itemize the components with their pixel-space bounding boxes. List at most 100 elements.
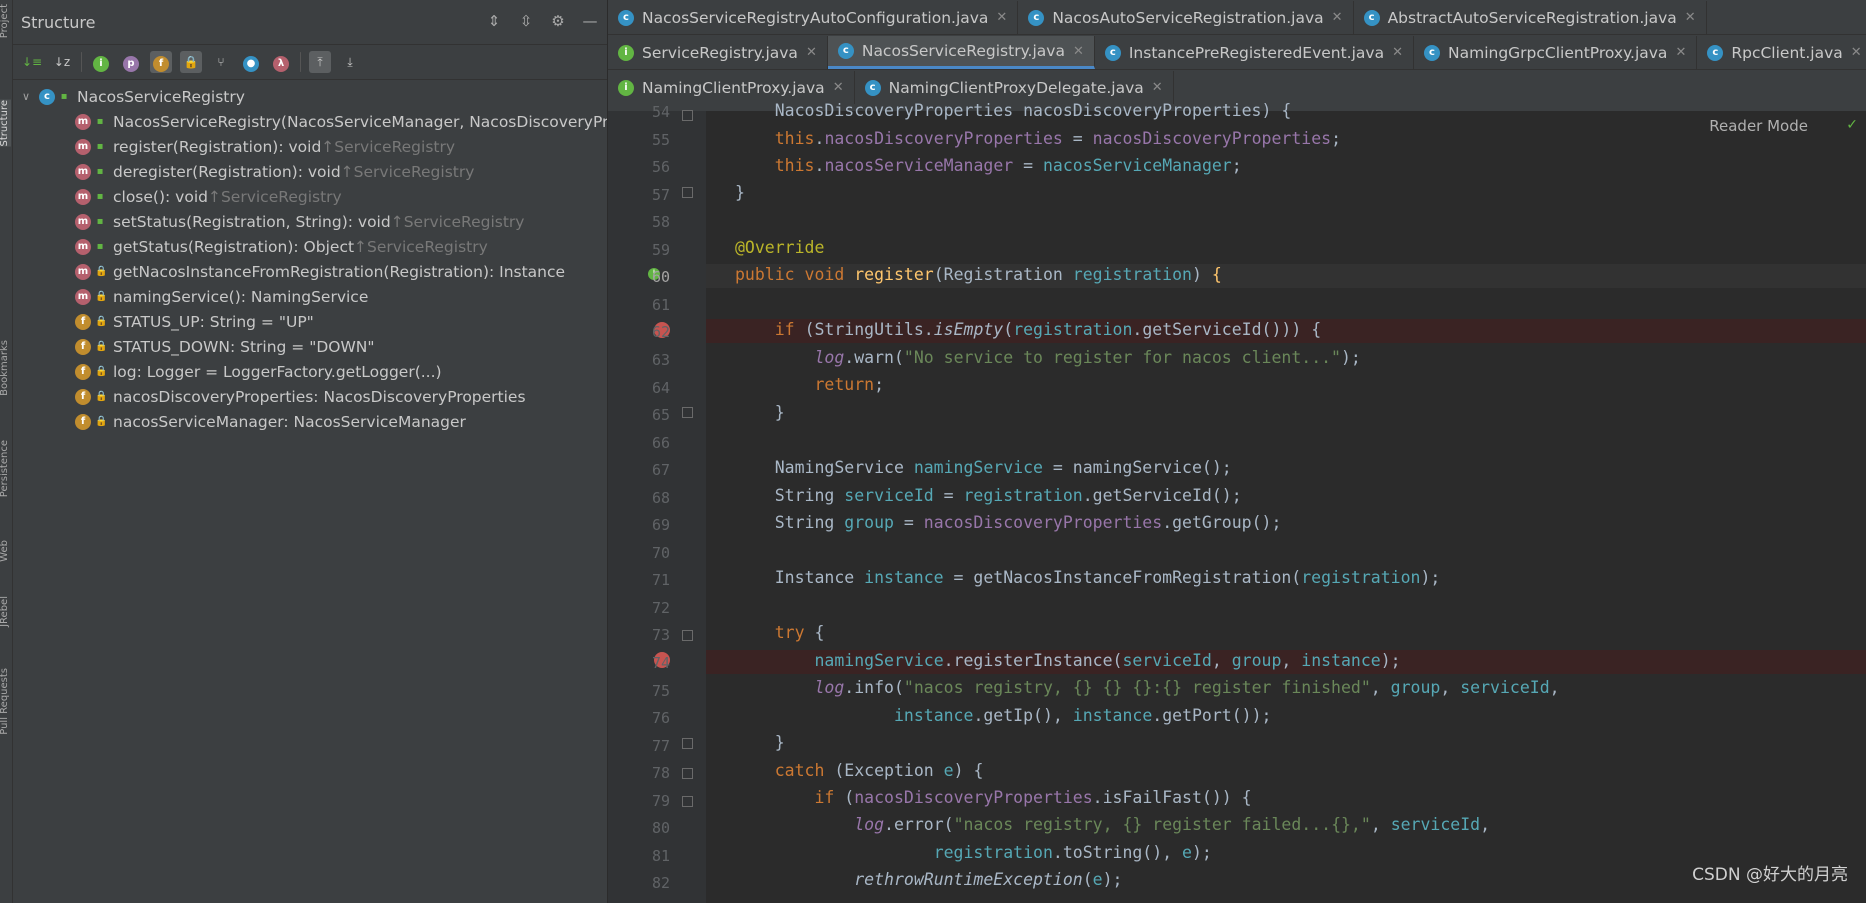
tool-tab-web[interactable]: Web <box>0 540 11 562</box>
code-area[interactable] <box>706 111 1866 903</box>
show-non-public-icon[interactable]: 🔒 <box>180 51 202 73</box>
tree-root[interactable]: ∨ c ▪ NacosServiceRegistry <box>13 84 607 109</box>
tree-item[interactable]: f 🔒 STATUS_DOWN: String = "DOWN" <box>13 334 607 359</box>
tab-nacos-service-registry-auto-configuration[interactable]: c NacosServiceRegistryAutoConfiguration.j… <box>608 1 1019 34</box>
line-number: 66 <box>651 433 670 452</box>
structure-header: Structure ⇕ ⇳ ⚙ — <box>13 0 607 45</box>
tree-item-label: close(): void <box>113 187 208 206</box>
tab-instance-pre-registered-event[interactable]: c InstancePreRegisteredEvent.java ✕ <box>1095 36 1414 69</box>
close-icon[interactable]: ✕ <box>996 10 1007 25</box>
tree-item[interactable]: f 🔒 nacosDiscoveryProperties: NacosDiscove… <box>13 384 607 409</box>
minimize-icon[interactable]: — <box>581 12 599 30</box>
tree-item-label: getStatus(Registration): Object <box>113 237 355 256</box>
tab-service-registry[interactable]: i ServiceRegistry.java ✕ <box>608 36 828 69</box>
tree-item[interactable]: m ▪ getStatus(Registration): Object ↑Servi… <box>13 234 607 259</box>
tool-tab-pull-requests[interactable]: Pull Requests <box>0 668 11 735</box>
line-number: 78 <box>651 764 670 783</box>
tree-item[interactable]: m ▪ deregister(Registration): void ↑Servic… <box>13 159 607 184</box>
tab-naming-grpc-client-proxy[interactable]: c NamingGrpcClientProxy.java ✕ <box>1414 36 1698 69</box>
code-line-65: } <box>735 403 785 422</box>
tree-item[interactable]: m ▪ close(): void ↑ServiceRegistry <box>13 184 607 209</box>
tree-item[interactable]: m ▪ setStatus(Registration, String): void … <box>13 209 607 234</box>
code-line-77: } <box>735 733 785 752</box>
fold-icon[interactable] <box>682 768 693 779</box>
code-line-81: registration.toString(), e); <box>933 843 1212 862</box>
expand-all-icon[interactable]: ⇕ <box>485 12 503 30</box>
close-icon[interactable]: ✕ <box>1332 10 1343 25</box>
fold-icon[interactable] <box>682 630 693 641</box>
line-number: 76 <box>651 709 670 728</box>
tab-abstract-auto-service-registration[interactable]: c AbstractAutoServiceRegistration.java ✕ <box>1354 1 1707 34</box>
tree-item[interactable]: f 🔒 STATUS_UP: String = "UP" <box>13 309 607 334</box>
close-icon[interactable]: ✕ <box>1392 45 1403 60</box>
tab-naming-client-proxy-delegate[interactable]: c NamingClientProxyDelegate.java ✕ <box>855 71 1174 104</box>
watermark: CSDN @好大的月亮 <box>1692 865 1848 885</box>
code-line-63: log.warn("No service to register for nac… <box>814 348 1361 367</box>
field-icon: f <box>75 338 91 355</box>
sort-alpha-icon[interactable]: ↓z <box>51 51 73 73</box>
show-inherited-icon[interactable]: i <box>90 51 112 73</box>
close-icon[interactable]: ✕ <box>1851 45 1862 60</box>
line-number: 79 <box>651 791 670 810</box>
code-line-76: instance.getIp(), instance.getPort()); <box>893 706 1272 725</box>
collapse-all-icon[interactable]: ⇳ <box>517 12 535 30</box>
line-number: 60 <box>651 268 670 287</box>
show-lambdas-icon[interactable]: ● <box>240 51 262 73</box>
line-number: 81 <box>651 846 670 865</box>
tree-item-label: NacosServiceRegistry(NacosServiceManager… <box>113 112 608 131</box>
class-icon: c <box>837 43 854 59</box>
tree-item[interactable]: f 🔒 nacosServiceManager: NacosServiceManag… <box>13 409 607 434</box>
close-icon[interactable]: ✕ <box>833 80 844 95</box>
autoscroll-to-source-icon[interactable]: ⤒ <box>309 51 331 73</box>
tree-item[interactable]: m 🔒 namingService(): NamingService <box>13 284 607 309</box>
tree-item[interactable]: m 🔒 getNacosInstanceFromRegistration(Regis… <box>13 259 607 284</box>
close-icon[interactable]: ✕ <box>1152 80 1163 95</box>
tree-item[interactable]: m ▪ NacosServiceRegistry(NacosServiceManag… <box>13 109 607 134</box>
line-number: 82 <box>651 874 670 893</box>
sort-visibility-icon[interactable]: ↓≡ <box>21 51 43 73</box>
reader-mode-button[interactable]: Reader Mode <box>1709 117 1808 135</box>
tab-label: ServiceRegistry.java <box>642 43 798 62</box>
line-number: 69 <box>651 516 670 535</box>
fold-icon[interactable] <box>682 796 693 807</box>
tree-item-label: nacosServiceManager: NacosServiceManager <box>113 412 466 431</box>
tab-label: InstancePreRegisteredEvent.java <box>1128 43 1385 62</box>
fold-icon[interactable] <box>682 187 693 198</box>
tool-tab-persistence[interactable]: Persistence <box>0 440 11 497</box>
public-icon: ▪ <box>96 115 104 127</box>
autoscroll-from-source-icon[interactable]: ⤓ <box>339 51 361 73</box>
show-closures-icon[interactable]: λ <box>270 51 292 73</box>
tree-item[interactable]: m ▪ register(Registration): void ↑ServiceR… <box>13 134 607 159</box>
show-fields-icon[interactable]: f <box>150 51 172 73</box>
class-icon: c <box>1028 9 1045 26</box>
chevron-down-icon[interactable]: ∨ <box>19 90 33 103</box>
show-properties-icon[interactable]: p <box>120 51 142 73</box>
line-number: 57 <box>651 185 670 204</box>
line-number: 80 <box>651 819 670 838</box>
tree-item[interactable]: f 🔒 log: Logger = LoggerFactory.getLogger(… <box>13 359 607 384</box>
close-icon[interactable]: ✕ <box>1073 44 1084 59</box>
fold-icon[interactable] <box>682 738 693 749</box>
close-icon[interactable]: ✕ <box>806 45 817 60</box>
line-number: 72 <box>651 598 670 617</box>
tool-tab-jrebel[interactable]: JRebel <box>0 596 11 627</box>
tool-tab-structure[interactable]: Structure <box>0 100 11 147</box>
fold-icon[interactable] <box>682 407 693 418</box>
fold-icon[interactable] <box>682 110 693 121</box>
tool-tab-bookmarks[interactable]: Bookmarks <box>0 340 11 396</box>
close-icon[interactable]: ✕ <box>1685 10 1696 25</box>
tab-nacos-auto-service-registration[interactable]: c NacosAutoServiceRegistration.java ✕ <box>1018 1 1354 34</box>
inspection-ok-icon: ✓ <box>1846 117 1858 133</box>
tab-row-3: i NamingClientProxy.java ✕ c NamingClientPr… <box>608 70 1866 104</box>
tab-nacos-service-registry[interactable]: c NacosServiceRegistry.java ✕ <box>827 36 1095 69</box>
gear-icon[interactable]: ⚙ <box>549 12 567 30</box>
class-icon: c <box>1104 44 1121 61</box>
structure-panel: Structure ⇕ ⇳ ⚙ — ↓≡ ↓z i p f 🔒 ⑂ ● λ ⤒ … <box>13 0 608 903</box>
close-icon[interactable]: ✕ <box>1675 45 1686 60</box>
public-icon: ▪ <box>96 215 104 227</box>
show-anonymous-icon[interactable]: ⑂ <box>210 51 232 73</box>
tab-naming-client-proxy[interactable]: i NamingClientProxy.java ✕ <box>608 71 855 104</box>
tab-rpc-client[interactable]: c RpcClient.java ✕ <box>1697 36 1866 69</box>
tree-item-inherited: ↑ServiceRegistry <box>340 162 475 181</box>
tool-tab-project[interactable]: Project <box>0 4 11 38</box>
